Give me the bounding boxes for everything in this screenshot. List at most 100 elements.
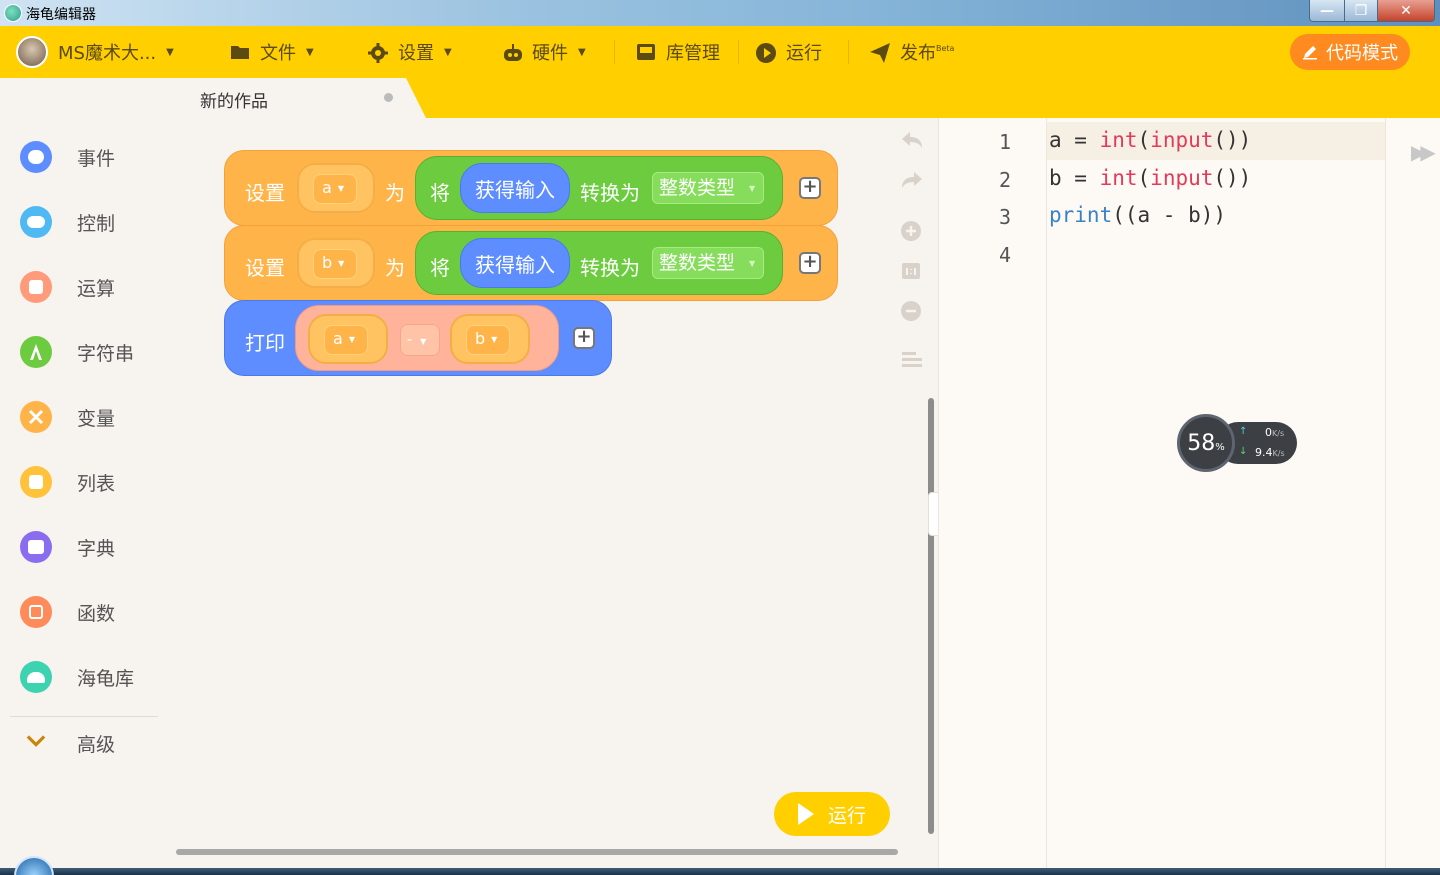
code-token: ()) [1213, 128, 1252, 152]
variable-dropdown[interactable]: a ▼ [297, 163, 375, 213]
collapse-panel-icon[interactable]: ▶▶ [1411, 140, 1436, 164]
print-block[interactable]: 打印 a ▼ - ▼ b ▼ + [224, 300, 612, 376]
code-mode-label: 代码模式 [1326, 43, 1398, 64]
horizontal-scrollbar[interactable] [176, 849, 898, 855]
block-workspace[interactable]: 设置 a ▼ 为 将 获得输入 转换为 整数类型 ▼ + 设置 b ▼ 为 将 获得输… [176, 118, 938, 868]
close-button[interactable]: ✕ [1377, 0, 1435, 22]
category-label: 海龟库 [77, 667, 135, 690]
add-parameter-button[interactable]: + [799, 252, 821, 274]
user-menu[interactable]: MS魔术大... ▼ [58, 26, 174, 78]
user-name: MS魔术大... [58, 43, 157, 64]
vertical-scrollbar[interactable] [928, 398, 934, 834]
block-label: 转换为 [580, 256, 640, 280]
block-label: 设置 [245, 256, 285, 280]
category-label: 事件 [77, 147, 116, 170]
events-icon [20, 141, 52, 173]
book-icon [20, 531, 52, 563]
tab-label: 新的作品 [200, 92, 268, 112]
code-token-keyword: print [1049, 203, 1113, 227]
category-control[interactable]: 控制 [0, 196, 176, 248]
variable-x-icon [20, 401, 52, 433]
unsaved-dot-icon[interactable] [384, 93, 393, 102]
menu-run[interactable]: 运行 [756, 26, 822, 78]
play-circle-icon [756, 43, 776, 63]
code-mode-button[interactable]: 代码模式 [1290, 34, 1410, 70]
get-input-block[interactable]: 获得输入 [460, 238, 570, 288]
zoom-in-icon[interactable] [900, 220, 924, 244]
block-label: 为 [385, 181, 405, 205]
category-variables[interactable]: 变量 [0, 391, 176, 443]
variable-name: b [475, 329, 486, 348]
code-editor[interactable]: 1 2 3 4 a = int(input()) b = int(input()… [938, 118, 1440, 868]
chevron-down-icon: ▼ [578, 46, 586, 58]
title-bar: 海龟编辑器 — ❐ ✕ [0, 0, 1440, 26]
category-dictionary[interactable]: 字典 [0, 521, 176, 573]
gamepad-icon [20, 206, 52, 238]
type-dropdown[interactable]: 整数类型 ▼ [652, 247, 764, 279]
category-label: 函数 [77, 602, 116, 625]
convert-block[interactable]: 将 获得输入 转换为 整数类型 ▼ [415, 231, 783, 295]
play-icon [797, 803, 814, 825]
redo-icon[interactable] [900, 170, 924, 194]
block-label: 将 [430, 256, 450, 280]
category-strings[interactable]: 字符串 [0, 326, 176, 378]
menu-separator [848, 40, 849, 64]
menu-library[interactable]: 库管理 [636, 26, 720, 78]
code-token: ( [1137, 166, 1151, 190]
zoom-out-icon[interactable] [900, 300, 924, 324]
category-lists[interactable]: 列表 [0, 456, 176, 508]
menu-hardware[interactable]: 硬件 ▼ [502, 26, 586, 78]
code-line[interactable]: b = int(input()) [1049, 166, 1251, 190]
category-label: 字符串 [77, 342, 135, 365]
code-line[interactable]: a = int(input()) [1049, 128, 1251, 152]
subtract-block[interactable]: a ▼ - ▼ b ▼ [295, 305, 559, 371]
category-sidebar: 事件 控制 运算 字符串 变量 列表 字典 函数 海龟库 高级 [0, 118, 176, 875]
add-parameter-button[interactable]: + [573, 327, 595, 349]
get-input-block[interactable]: 获得输入 [460, 163, 570, 213]
set-variable-block[interactable]: 设置 b ▼ 为 将 获得输入 转换为 整数类型 ▼ + [224, 225, 838, 301]
reset-zoom-icon[interactable] [900, 260, 924, 284]
inbox-icon [636, 43, 656, 61]
undo-icon[interactable] [900, 130, 924, 154]
menu-settings-label: 设置 [398, 43, 434, 64]
download-arrow-icon: ↓ [1239, 446, 1248, 457]
tab-strip-spacer [0, 78, 176, 118]
menu-file[interactable]: 文件 ▼ [230, 26, 314, 78]
category-turtle[interactable]: 海龟库 [0, 651, 176, 703]
category-functions[interactable]: 函数 [0, 586, 176, 638]
variable-dropdown[interactable]: b ▼ [450, 314, 530, 364]
set-variable-block[interactable]: 设置 a ▼ 为 将 获得输入 转换为 整数类型 ▼ + [224, 150, 838, 226]
variable-dropdown[interactable]: a ▼ [308, 314, 388, 364]
add-parameter-button[interactable]: + [799, 177, 821, 199]
avatar[interactable] [16, 36, 48, 68]
menu-settings[interactable]: 设置 ▼ [368, 26, 452, 78]
line-number: 3 [999, 205, 1012, 229]
category-operators[interactable]: 运算 [0, 261, 176, 313]
block-label: 转换为 [580, 181, 640, 205]
network-speed-widget[interactable]: ↑ 0K/s ↓ 9.4K/s 58% [1177, 414, 1297, 472]
menu-file-label: 文件 [260, 43, 296, 64]
beta-badge: Beta [936, 43, 955, 53]
maximize-button[interactable]: ❐ [1344, 0, 1378, 22]
category-events[interactable]: 事件 [0, 131, 176, 183]
category-advanced[interactable]: 高级 [0, 717, 176, 769]
operator-dropdown[interactable]: - ▼ [400, 324, 440, 356]
memory-usage-gauge: 58% [1177, 414, 1235, 472]
code-token-keyword: input [1150, 128, 1214, 152]
block-label: 设置 [245, 181, 285, 205]
cleanup-icon[interactable] [900, 350, 924, 374]
robot-icon [502, 43, 522, 61]
tab-new-work[interactable]: 新的作品 [176, 78, 426, 118]
convert-block[interactable]: 将 获得输入 转换为 整数类型 ▼ [415, 156, 783, 220]
run-button[interactable]: 运行 [774, 792, 890, 836]
variable-dropdown[interactable]: b ▼ [297, 238, 375, 288]
type-dropdown[interactable]: 整数类型 ▼ [652, 172, 764, 204]
usage-percent-unit: % [1215, 441, 1225, 453]
category-label: 控制 [77, 212, 116, 235]
upload-arrow-icon: ↑ [1239, 426, 1248, 437]
code-line[interactable]: print((a - b)) [1049, 203, 1226, 227]
category-label: 字典 [77, 537, 116, 560]
minimize-button[interactable]: — [1309, 0, 1345, 22]
menu-publish[interactable]: 发布 Beta [870, 26, 954, 78]
variable-name: b [322, 253, 333, 272]
